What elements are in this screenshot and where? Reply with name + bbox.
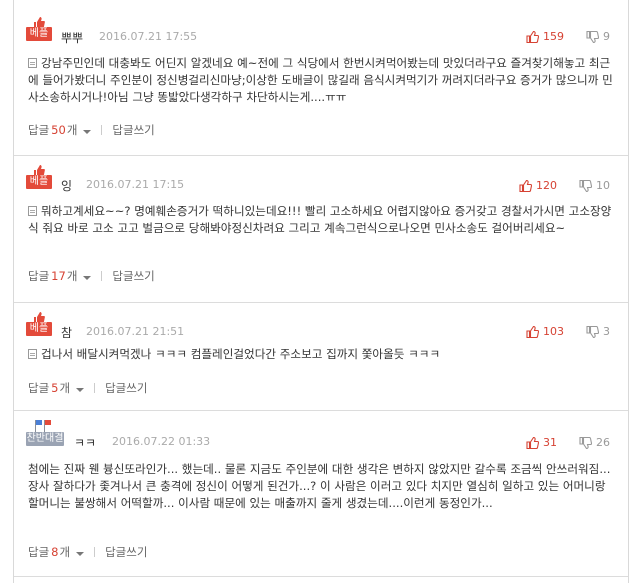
comment-footer: 답글 5개 답글쓰기	[28, 380, 147, 396]
reply-toggle[interactable]: 답글 17개	[28, 268, 92, 284]
best-badge: 베플	[26, 312, 52, 338]
thumbs-down-icon	[586, 30, 599, 43]
upvote-button[interactable]: 31	[526, 436, 557, 449]
downvote-count: 26	[596, 436, 610, 449]
chevron-down-icon	[83, 276, 92, 280]
divider	[14, 155, 628, 156]
divider	[14, 302, 628, 303]
divider	[14, 410, 628, 411]
comment-body: 첨에는 진짜 웬 븅신또라인가... 했는데.. 물론 지금도 주인분에 대한 …	[28, 461, 618, 512]
divider	[14, 576, 628, 577]
reply-toggle[interactable]: 답글 5개	[28, 380, 85, 396]
reply-count: 50	[51, 123, 66, 137]
thumbs-up-icon	[519, 179, 532, 192]
comment-author[interactable]: 뿌뿌	[61, 29, 83, 46]
downvote-count: 9	[603, 30, 610, 43]
pros-cons-badge: 찬반대결	[26, 420, 66, 448]
document-icon	[28, 58, 37, 68]
thumbs-up-icon	[526, 325, 539, 338]
reply-label: 답글	[28, 381, 50, 395]
downvote-button[interactable]: 10	[579, 179, 610, 192]
best-badge-label: 베플	[26, 322, 52, 336]
write-reply-link[interactable]: 답글쓰기	[112, 268, 154, 284]
comment-text: 겁나서 배달시켜먹겠나 ㅋㅋㅋ 컴플레인걸었다간 주소보고 집까지 쫓아올듯 ㅋ…	[41, 347, 441, 361]
upvote-count: 31	[543, 436, 557, 449]
upvote-button[interactable]: 103	[526, 325, 564, 338]
write-reply-link[interactable]: 답글쓰기	[112, 122, 154, 138]
reply-unit: 개	[59, 381, 71, 395]
reply-count: 5	[51, 381, 59, 395]
reply-toggle[interactable]: 답글 50개	[28, 122, 92, 138]
comment-footer: 답글 50개 답글쓰기	[28, 122, 155, 138]
reply-count: 8	[51, 545, 59, 559]
thumbs-down-icon	[579, 179, 592, 192]
comment-text: 뭐하고계세요~~? 명예훼손증거가 떡하니있는데요!!! 빨리 고소하세요 어렵…	[28, 204, 612, 235]
comment-footer: 답글 8개 답글쓰기	[28, 544, 147, 560]
best-badge: 베플	[26, 17, 52, 43]
reply-unit: 개	[59, 545, 71, 559]
upvote-count: 120	[536, 179, 557, 192]
thumbs-up-icon	[526, 436, 539, 449]
pros-cons-badge-label: 찬반대결	[26, 432, 64, 446]
thumbs-up-icon	[526, 30, 539, 43]
vote-group: 31 26	[526, 436, 610, 449]
comment-list: 베플 뿌뿌 2016.07.21 17:55 159 9 강남주민인데 대충봐도…	[13, 0, 629, 583]
chevron-down-icon	[76, 388, 85, 392]
write-reply-link[interactable]: 답글쓰기	[105, 380, 147, 396]
thumbs-down-icon	[579, 436, 592, 449]
comment-date: 2016.07.22 01:33	[112, 435, 211, 448]
chevron-down-icon	[76, 552, 85, 556]
comment-date: 2016.07.21 17:15	[86, 178, 185, 191]
comment-body: 뭐하고계세요~~? 명예훼손증거가 떡하니있는데요!!! 빨리 고소하세요 어렵…	[28, 203, 618, 237]
best-badge: 베플	[26, 165, 52, 191]
document-icon	[28, 206, 37, 216]
divider	[94, 383, 96, 393]
downvote-count: 3	[603, 325, 610, 338]
chevron-down-icon	[83, 130, 92, 134]
reply-unit: 개	[66, 269, 78, 283]
vote-group: 120 10	[519, 179, 610, 192]
reply-label: 답글	[28, 545, 50, 559]
thumbs-down-icon	[586, 325, 599, 338]
comment-author[interactable]: ㅋㅋ	[74, 434, 96, 451]
upvote-button[interactable]: 159	[526, 30, 564, 43]
comment-footer: 답글 17개 답글쓰기	[28, 268, 155, 284]
upvote-button[interactable]: 120	[519, 179, 557, 192]
comment-text: 강남주민인데 대충봐도 어딘지 알겠네요 예~전에 그 식당에서 한번시켜먹어봤…	[28, 56, 613, 104]
flag-icon	[35, 420, 51, 432]
comment-date: 2016.07.21 17:55	[99, 30, 198, 43]
write-reply-link[interactable]: 답글쓰기	[105, 544, 147, 560]
downvote-button[interactable]: 26	[579, 436, 610, 449]
reply-toggle[interactable]: 답글 8개	[28, 544, 85, 560]
document-icon	[28, 349, 37, 359]
comment-author[interactable]: 참	[61, 324, 72, 341]
divider	[94, 547, 96, 557]
reply-count: 17	[51, 269, 66, 283]
comment-date: 2016.07.21 21:51	[86, 325, 185, 338]
comment-body: 강남주민인데 대충봐도 어딘지 알겠네요 예~전에 그 식당에서 한번시켜먹어봤…	[28, 55, 618, 106]
comment-text: 첨에는 진짜 웬 븅신또라인가... 했는데.. 물론 지금도 주인분에 대한 …	[28, 462, 611, 510]
upvote-count: 159	[543, 30, 564, 43]
vote-group: 103 3	[526, 325, 610, 338]
comment-body: 겁나서 배달시켜먹겠나 ㅋㅋㅋ 컴플레인걸었다간 주소보고 집까지 쫓아올듯 ㅋ…	[28, 346, 618, 363]
vote-group: 159 9	[526, 30, 610, 43]
downvote-button[interactable]: 3	[586, 325, 610, 338]
reply-unit: 개	[66, 123, 78, 137]
comment-author[interactable]: 잉	[61, 177, 72, 194]
best-badge-label: 베플	[26, 27, 52, 41]
best-badge-label: 베플	[26, 175, 52, 189]
downvote-count: 10	[596, 179, 610, 192]
divider	[101, 271, 103, 281]
reply-label: 답글	[28, 123, 50, 137]
upvote-count: 103	[543, 325, 564, 338]
divider	[101, 125, 103, 135]
reply-label: 답글	[28, 269, 50, 283]
downvote-button[interactable]: 9	[586, 30, 610, 43]
